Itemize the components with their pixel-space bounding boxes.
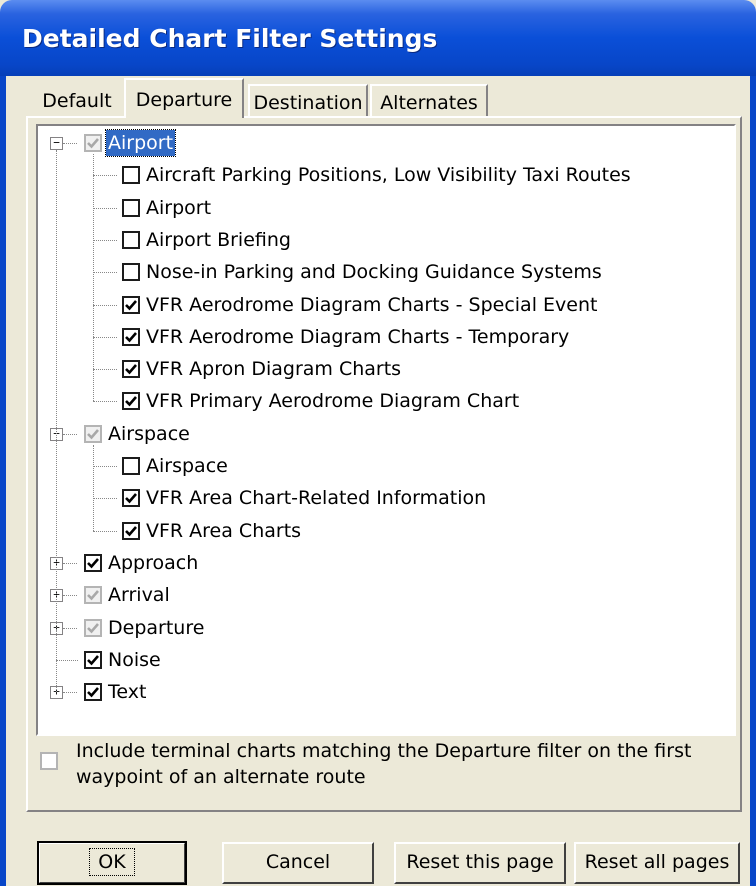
cancel-button[interactable]: Cancel [222, 842, 374, 884]
tab-panel [26, 116, 742, 812]
dialog-window: Detailed Chart Filter Settings Default D… [0, 0, 756, 886]
tab-departure[interactable]: Departure [124, 78, 244, 118]
window-title: Detailed Chart Filter Settings [22, 24, 438, 53]
ok-button[interactable]: OK [37, 841, 187, 885]
title-bar[interactable]: Detailed Chart Filter Settings [0, 0, 756, 76]
window-frame-left [0, 76, 6, 886]
reset-this-page-button[interactable]: Reset this page [394, 842, 566, 884]
tab-default[interactable]: Default [30, 84, 124, 116]
tab-alternates[interactable]: Alternates [370, 84, 488, 116]
reset-all-pages-button[interactable]: Reset all pages [574, 842, 740, 884]
tab-destination[interactable]: Destination [248, 84, 368, 116]
window-frame-right [750, 76, 756, 886]
ok-button-label: OK [89, 848, 135, 876]
